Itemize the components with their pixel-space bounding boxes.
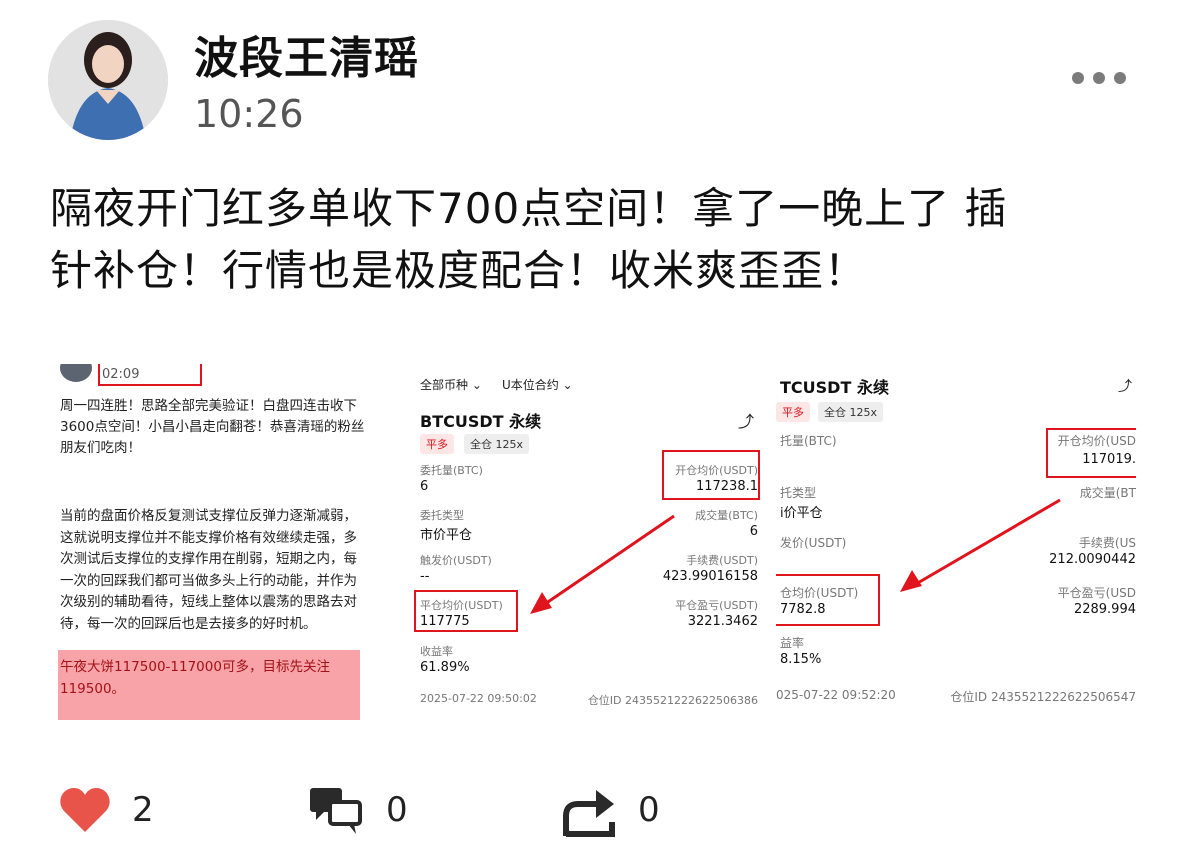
post-image-1[interactable]: 02:09 周一四连胜！思路全部完美验证！白盘四连击收下 3600点空间！小昌小… [50, 364, 390, 724]
text-line: 周一四连胜！思路全部完美验证！白盘四连击收下 [60, 398, 357, 414]
post-body: 隔夜开门红多单收下700点空间！拿了一晚上了 插 针补仓！行情也是极度配合！收米… [50, 178, 1140, 302]
text-line: 待，每一次的回踩后也是去接多的好时机。 [60, 615, 317, 632]
text-line: 3600点空间！小昌小昌走向翻苍！恭喜清瑶的粉丝 [60, 419, 365, 435]
highlight-line: 119500。 [60, 681, 126, 697]
share-count[interactable]: 0 [638, 790, 660, 830]
text-line: 朋友们吃肉！ [60, 440, 141, 456]
comment-count[interactable]: 0 [386, 790, 408, 830]
text-line: 次测试后支撑位的支撑作用在削弱，短期之内，每 [60, 551, 357, 567]
comment-icon[interactable] [308, 784, 364, 842]
like-count[interactable]: 2 [132, 790, 154, 830]
highlight-line: 午夜大饼117500-117000可多，目标先关注 [60, 659, 330, 675]
text-line: 当前的盘面价格反复测试支撑位反弹力逐渐减弱， [60, 508, 357, 524]
author-name[interactable]: 波段王清瑶 [194, 22, 419, 86]
mini-avatar [60, 364, 92, 382]
text-line: 这就说明支撑位并不能支撑价格有效继续走强，多 [60, 529, 357, 546]
text-line: 次级别的辅助看待，短线上整体以震荡的思路去对 [60, 594, 357, 610]
more-dots-icon[interactable] [1072, 72, 1126, 84]
author-avatar[interactable] [48, 20, 168, 140]
post-image-3[interactable]: TCUSDT 永续 ⤴ 平多 全仓 125x 托量(BTC) 开仓均价(USD … [776, 364, 1136, 724]
red-arrow [900, 498, 1061, 592]
heart-icon[interactable] [58, 786, 112, 838]
action-bar: 2 0 0 [0, 780, 1179, 840]
avatar-image [48, 20, 168, 140]
red-arrow [530, 514, 675, 614]
post-time: 10:26 [194, 92, 304, 136]
mini-time: 02:09 [102, 367, 140, 382]
post-image-2[interactable]: 全部币种 ⌄ U本位合约 ⌄ BTCUSDT 永续 ⤴ 平多 全仓 125x 委… [410, 364, 768, 724]
text-line: 一次的回踩我们都可当做多头上行的动能，并作为 [60, 572, 357, 589]
post-text-line: 针补仓！行情也是极度配合！收米爽歪歪！ [50, 246, 868, 295]
post-text-line: 隔夜开门红多单收下700点空间！拿了一晚上了 插 [50, 184, 1008, 233]
share-icon[interactable] [560, 784, 618, 842]
